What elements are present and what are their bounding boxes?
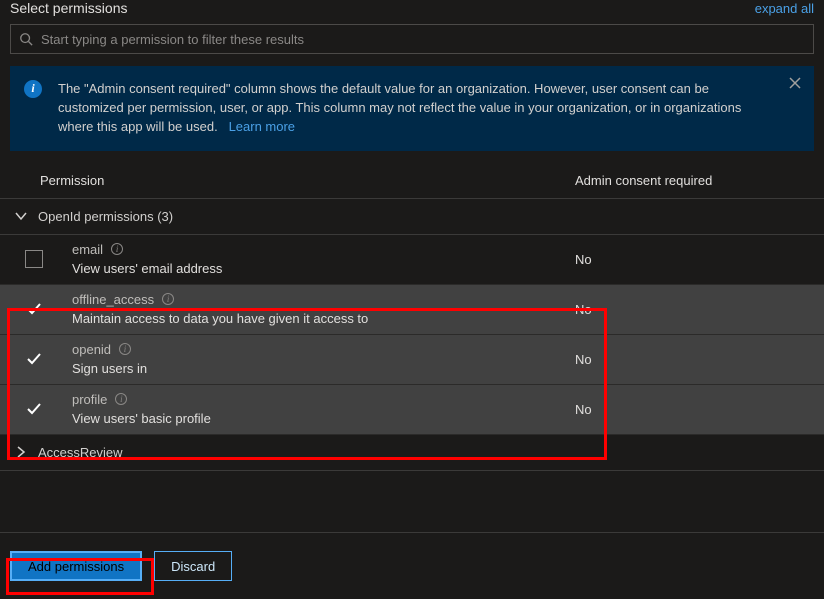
perm-desc: View users' email address — [72, 259, 575, 279]
checkmark-icon[interactable] — [25, 400, 43, 418]
group-openid[interactable]: OpenId permissions (3) — [0, 199, 824, 235]
info-icon[interactable]: i — [115, 393, 127, 405]
perm-name: email — [72, 240, 103, 260]
perm-row-offline-access[interactable]: offline_access i Maintain access to data … — [0, 285, 824, 335]
group-label: OpenId permissions (3) — [38, 209, 173, 224]
info-icon[interactable]: i — [162, 293, 174, 305]
add-permissions-button[interactable]: Add permissions — [10, 551, 142, 581]
footer: Add permissions Discard — [0, 532, 824, 599]
group-accessreview[interactable]: AccessReview — [0, 435, 824, 471]
admin-value: No — [575, 352, 824, 367]
close-icon[interactable] — [788, 76, 804, 92]
perm-name: profile — [72, 390, 107, 410]
perm-row-email[interactable]: emaili View users' email address No — [0, 235, 824, 285]
search-icon — [19, 32, 33, 46]
info-text: The "Admin consent required" column show… — [58, 81, 741, 134]
chevron-right-icon — [14, 445, 28, 459]
search-box[interactable] — [10, 24, 814, 54]
info-icon: i — [24, 80, 42, 98]
admin-value: No — [575, 302, 824, 317]
perm-name: openid — [72, 340, 111, 360]
group-label: AccessReview — [38, 445, 123, 460]
learn-more-link[interactable]: Learn more — [229, 119, 295, 134]
perm-desc: View users' basic profile — [72, 409, 575, 429]
column-permission: Permission — [40, 173, 575, 188]
perm-row-openid[interactable]: openidi Sign users in No — [0, 335, 824, 385]
checkmark-icon[interactable] — [25, 300, 43, 318]
perm-desc: Sign users in — [72, 359, 575, 379]
perm-desc: Maintain access to data you have given i… — [72, 309, 575, 329]
column-admin: Admin consent required — [575, 173, 814, 188]
info-icon[interactable]: i — [111, 243, 123, 255]
checkmark-icon[interactable] — [25, 350, 43, 368]
perm-row-profile[interactable]: profile i View users' basic profile No — [0, 385, 824, 435]
perm-name: offline_access — [72, 290, 154, 310]
chevron-down-icon — [14, 209, 28, 223]
admin-value: No — [575, 402, 824, 417]
expand-all-link[interactable]: expand all — [755, 1, 814, 16]
checkbox-email[interactable] — [25, 250, 43, 268]
info-icon[interactable]: i — [119, 343, 131, 355]
column-headers: Permission Admin consent required — [0, 161, 824, 199]
admin-value: No — [575, 252, 824, 267]
discard-button[interactable]: Discard — [154, 551, 232, 581]
search-input[interactable] — [41, 32, 805, 47]
info-banner: i The "Admin consent required" column sh… — [10, 66, 814, 151]
page-title: Select permissions — [10, 0, 128, 16]
